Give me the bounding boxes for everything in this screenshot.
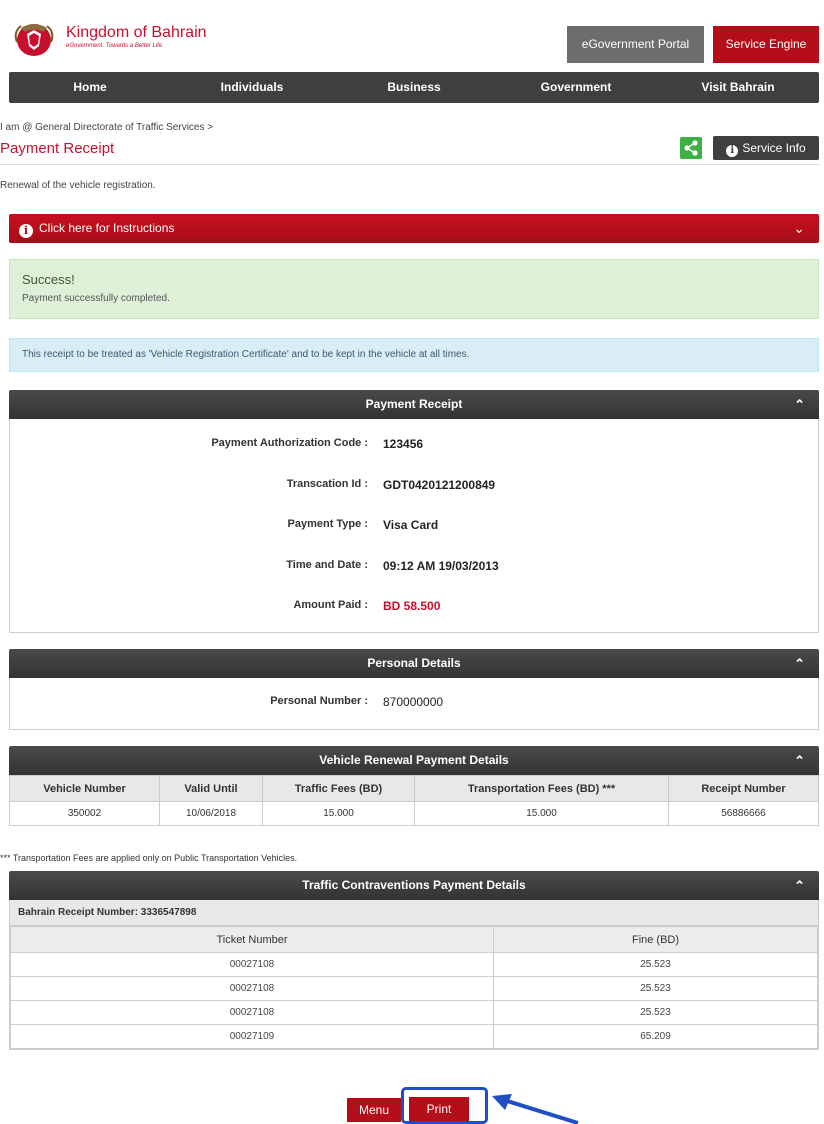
table-row: 00027108 25.523 — [10, 952, 818, 977]
service-info-label: Service Info — [742, 141, 806, 155]
egovernment-portal-button[interactable]: eGovernment Portal — [567, 26, 704, 63]
fine-cell: 25.523 — [493, 976, 818, 1001]
logo-tagline: eGovernment. Towards a Better Life — [66, 43, 163, 49]
ticket-number-cell: 00027108 — [10, 976, 494, 1001]
column-header: Receipt Number — [668, 775, 819, 802]
personal-details-body: Personal Number : 870000000 — [9, 678, 819, 730]
column-header: Valid Until — [159, 775, 263, 802]
transportation-fees-cell: 15.000 — [414, 801, 669, 826]
registration-info-note: This receipt to be treated as 'Vehicle R… — [9, 338, 819, 372]
nav-business[interactable]: Business — [333, 72, 495, 103]
logo-title[interactable]: Kingdom of Bahrain — [66, 24, 207, 42]
chevron-up-icon[interactable]: ⌃ — [794, 871, 805, 900]
receipt-number-cell: 56886666 — [668, 801, 819, 826]
vehicle-renewal-header[interactable]: Vehicle Renewal Payment Details ⌃ — [9, 746, 819, 775]
share-button[interactable] — [680, 137, 702, 159]
breadcrumb[interactable]: I am @ General Directorate of Traffic Se… — [0, 122, 213, 133]
receipt-row: Time and Date : 09:12 AM 19/03/2013 — [10, 559, 818, 579]
receipt-value: GDT0420121200849 — [383, 478, 496, 492]
service-description: Renewal of the vehicle registration. — [0, 180, 156, 191]
table-row: 00027108 25.523 — [10, 1000, 818, 1025]
chevron-up-icon[interactable]: ⌃ — [794, 649, 805, 678]
contraventions-body: Bahrain Receipt Number: 3336547898 Ticke… — [9, 900, 819, 1050]
receipt-row: Payment Authorization Code : 123456 — [10, 437, 818, 457]
vehicle-renewal-heading: Vehicle Renewal Payment Details — [319, 753, 509, 767]
table-row: 00027109 65.209 — [10, 1024, 818, 1049]
contraventions-table: Ticket Number Fine (BD) 00027108 25.523 … — [10, 926, 818, 1049]
ticket-number-cell: 00027108 — [10, 952, 494, 977]
receipt-value: 123456 — [383, 437, 424, 451]
column-header: Ticket Number — [10, 926, 494, 953]
fine-cell: 25.523 — [493, 952, 818, 977]
page-title: Payment Receipt — [0, 140, 115, 157]
chevron-up-icon[interactable]: ⌃ — [794, 390, 805, 419]
chevron-up-icon[interactable]: ⌃ — [794, 746, 805, 775]
amount-paid-value: BD 58.500 — [383, 599, 441, 613]
success-alert: Success! Payment successfully completed. — [9, 259, 819, 319]
transportation-fees-note: *** Transportation Fees are applied only… — [0, 853, 298, 863]
receipt-label: Transcation Id : — [286, 478, 368, 490]
payment-receipt-heading: Payment Receipt — [365, 397, 463, 411]
success-title: Success! — [22, 272, 75, 287]
traffic-fees-cell: 15.000 — [262, 801, 415, 826]
service-info-button[interactable]: i Service Info — [713, 136, 819, 160]
fine-cell: 65.209 — [493, 1024, 818, 1049]
info-icon: i — [19, 224, 33, 238]
table-row: 00027108 25.523 — [10, 976, 818, 1001]
menu-button[interactable]: Menu — [347, 1098, 401, 1122]
receipt-label: Payment Authorization Code : — [211, 437, 368, 449]
print-highlight-box — [401, 1087, 488, 1124]
table-row: 350002 10/06/2018 15.000 15.000 56886666 — [9, 801, 819, 826]
receipt-label: Payment Type : — [287, 518, 369, 530]
payment-receipt-header[interactable]: Payment Receipt ⌃ — [9, 390, 819, 419]
personal-details-heading: Personal Details — [367, 656, 461, 670]
receipt-row: Transcation Id : GDT0420121200849 — [10, 478, 818, 498]
instructions-bar[interactable]: i Click here for Instructions ⌄ — [9, 214, 819, 243]
receipt-value: Visa Card — [383, 518, 439, 532]
column-header: Traffic Fees (BD) — [262, 775, 415, 802]
column-header: Fine (BD) — [493, 926, 818, 953]
column-header: Vehicle Number — [9, 775, 160, 802]
receipt-label: Amount Paid : — [293, 599, 368, 611]
site-header: Kingdom of Bahrain eGovernment. Towards … — [0, 0, 824, 72]
success-message: Payment successfully completed. — [22, 293, 170, 304]
main-nav: Home Individuals Business Government Vis… — [9, 72, 819, 103]
instructions-label: Click here for Instructions — [39, 221, 175, 235]
ticket-number-cell: 00027109 — [10, 1024, 494, 1049]
payment-receipt-body: Payment Authorization Code : 123456 Tran… — [9, 419, 819, 633]
info-icon: i — [726, 145, 739, 157]
service-engine-button[interactable]: Service Engine — [713, 26, 819, 63]
bahrain-emblem-icon[interactable] — [9, 18, 59, 58]
vehicle-renewal-body: Vehicle Number Valid Until Traffic Fees … — [9, 775, 819, 826]
receipt-row: Payment Type : Visa Card — [10, 518, 818, 538]
personal-details-header[interactable]: Personal Details ⌃ — [9, 649, 819, 678]
bahrain-receipt-number: Bahrain Receipt Number: 3336547898 — [10, 900, 818, 926]
valid-until-cell: 10/06/2018 — [159, 801, 263, 826]
personal-number-value: 870000000 — [383, 695, 444, 709]
fine-cell: 25.523 — [493, 1000, 818, 1025]
contraventions-header[interactable]: Traffic Contraventions Payment Details ⌃ — [9, 871, 819, 900]
column-header: Transportation Fees (BD) *** — [414, 775, 669, 802]
receipt-label: Time and Date : — [286, 559, 368, 571]
share-icon — [684, 140, 698, 156]
ticket-number-cell: 00027108 — [10, 1000, 494, 1025]
personal-number-row: Personal Number : 870000000 — [10, 695, 818, 715]
receipt-row: Amount Paid : BD 58.500 — [10, 599, 818, 619]
pointer-arrow-icon — [492, 1094, 579, 1124]
chevron-down-icon[interactable]: ⌄ — [793, 214, 805, 243]
nav-visit-bahrain[interactable]: Visit Bahrain — [657, 72, 819, 103]
vehicle-renewal-table: Vehicle Number Valid Until Traffic Fees … — [9, 775, 819, 826]
vehicle-number-cell: 350002 — [9, 801, 160, 826]
personal-number-label: Personal Number : — [270, 695, 368, 707]
nav-home[interactable]: Home — [9, 72, 171, 103]
title-divider — [0, 164, 819, 165]
contraventions-heading: Traffic Contraventions Payment Details — [302, 878, 526, 892]
nav-individuals[interactable]: Individuals — [171, 72, 333, 103]
nav-government[interactable]: Government — [495, 72, 657, 103]
receipt-value: 09:12 AM 19/03/2013 — [383, 559, 499, 573]
